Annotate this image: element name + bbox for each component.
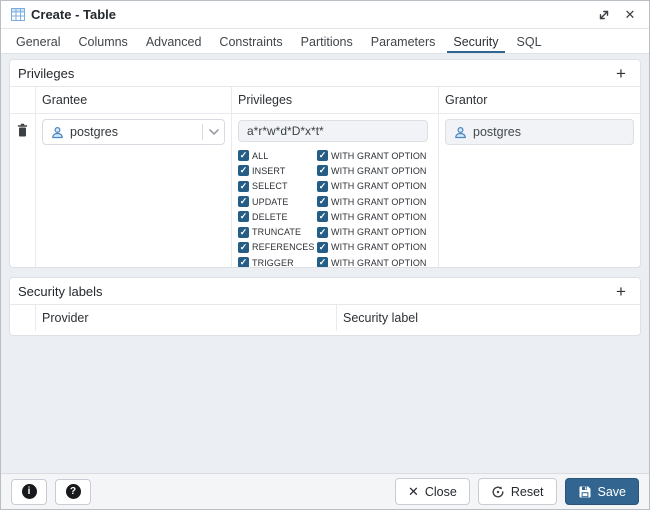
title-bar: Create - Table ✕	[1, 1, 649, 29]
grant-option-label: WITH GRANT OPTION	[331, 258, 427, 268]
chevron-down-icon	[208, 128, 220, 136]
tab-constraints[interactable]: Constraints	[213, 29, 288, 53]
expand-icon[interactable]	[595, 6, 613, 24]
grant-option-checkbox[interactable]: ✓	[317, 165, 328, 176]
close-button[interactable]: ✕ Close	[395, 478, 470, 505]
grant-option-checkbox[interactable]: ✓	[317, 257, 328, 268]
privilege-checkbox-list: ✓ ALL ✓ WITH GRANT OPTION	[238, 148, 432, 268]
tab-general[interactable]: General	[10, 29, 66, 53]
privileges-header: Privileges +	[10, 60, 640, 87]
grant-option-label: WITH GRANT OPTION	[331, 166, 427, 176]
privilege-label: REFERENCES	[252, 242, 315, 252]
privilege-checkbox[interactable]: ✓	[238, 150, 249, 161]
privilege-label: UPDATE	[252, 197, 288, 207]
privilege-checkbox[interactable]: ✓	[238, 227, 249, 238]
security-labels-title: Security labels	[18, 284, 103, 299]
grantee-select[interactable]: postgres	[42, 119, 225, 145]
privilege-check-row: ✓ UPDATE ✓ WITH GRANT OPTION	[238, 194, 432, 209]
dialog-title: Create - Table	[31, 7, 116, 22]
grant-option-label: WITH GRANT OPTION	[331, 151, 427, 161]
close-icon[interactable]: ✕	[621, 6, 639, 24]
help-icon: ?	[66, 484, 81, 499]
dialog-footer: i ? ✕ Close Reset	[1, 473, 649, 509]
privileges-string-input[interactable]	[238, 120, 428, 142]
grant-option-checkbox[interactable]: ✓	[317, 196, 328, 207]
security-labels-grid-header: Provider Security label	[10, 305, 640, 331]
privilege-label: SELECT	[252, 181, 288, 191]
table-icon	[11, 8, 25, 21]
grant-option-label: WITH GRANT OPTION	[331, 227, 427, 237]
privilege-check-row: ✓ TRUNCATE ✓ WITH GRANT OPTION	[238, 224, 432, 239]
grant-option-checkbox[interactable]: ✓	[317, 242, 328, 253]
privilege-label: INSERT	[252, 166, 285, 176]
security-tab-content: Privileges + Grantee Privileges Grantor	[1, 54, 649, 473]
privilege-label: TRIGGER	[252, 258, 294, 268]
privilege-check-row: ✓ SELECT ✓ WITH GRANT OPTION	[238, 179, 432, 194]
grantor-column-header: Grantor	[439, 87, 640, 113]
info-icon: i	[22, 484, 37, 499]
privilege-checkbox[interactable]: ✓	[238, 181, 249, 192]
privilege-check-row: ✓ REFERENCES ✓ WITH GRANT OPTION	[238, 240, 432, 255]
reset-button[interactable]: Reset	[478, 478, 557, 505]
grantee-column-header: Grantee	[36, 87, 232, 113]
tab-advanced[interactable]: Advanced	[140, 29, 208, 53]
grantee-value: postgres	[70, 125, 197, 139]
create-table-dialog: Create - Table ✕ General Columns Advance…	[0, 0, 650, 510]
tab-parameters[interactable]: Parameters	[365, 29, 442, 53]
add-security-label-button[interactable]: +	[610, 280, 632, 302]
privilege-label: DELETE	[252, 212, 288, 222]
grant-option-checkbox[interactable]: ✓	[317, 181, 328, 192]
privilege-check-row: ✓ INSERT ✓ WITH GRANT OPTION	[238, 163, 432, 178]
privilege-checkbox[interactable]: ✓	[238, 196, 249, 207]
grant-option-checkbox[interactable]: ✓	[317, 211, 328, 222]
privilege-checkbox[interactable]: ✓	[238, 242, 249, 253]
grantor-field: postgres	[445, 119, 634, 145]
privilege-checkbox[interactable]: ✓	[238, 211, 249, 222]
privilege-row: postgres	[10, 114, 640, 267]
tab-partitions[interactable]: Partitions	[295, 29, 359, 53]
grant-option-checkbox[interactable]: ✓	[317, 150, 328, 161]
add-privilege-button[interactable]: +	[610, 62, 632, 84]
tab-columns[interactable]: Columns	[72, 29, 133, 53]
grant-option-label: WITH GRANT OPTION	[331, 212, 427, 222]
tab-bar: General Columns Advanced Constraints Par…	[1, 29, 649, 54]
security-labels-panel: Security labels + Provider Security labe…	[9, 277, 641, 336]
delete-row-icon[interactable]	[16, 123, 29, 263]
tab-sql[interactable]: SQL	[511, 29, 548, 53]
privileges-grid-header: Grantee Privileges Grantor	[10, 87, 640, 114]
privileges-panel: Privileges + Grantee Privileges Grantor	[9, 59, 641, 268]
grant-option-label: WITH GRANT OPTION	[331, 197, 427, 207]
sql-help-button[interactable]: i	[11, 479, 47, 505]
role-icon	[51, 126, 64, 139]
close-button-icon: ✕	[408, 485, 419, 498]
save-button[interactable]: Save	[565, 478, 640, 505]
save-icon	[578, 485, 592, 499]
grant-option-label: WITH GRANT OPTION	[331, 242, 427, 252]
grant-option-checkbox[interactable]: ✓	[317, 227, 328, 238]
privilege-label: TRUNCATE	[252, 227, 301, 237]
privilege-checkbox[interactable]: ✓	[238, 165, 249, 176]
privilege-check-row: ✓ DELETE ✓ WITH GRANT OPTION	[238, 209, 432, 224]
reset-icon	[491, 485, 505, 499]
dialog-help-button[interactable]: ?	[55, 479, 91, 505]
privileges-column-header: Privileges	[232, 87, 439, 113]
role-icon	[454, 126, 467, 139]
privilege-label: ALL	[252, 151, 268, 161]
privilege-check-row: ✓ ALL ✓ WITH GRANT OPTION	[238, 148, 432, 163]
tab-security[interactable]: Security	[447, 29, 504, 53]
security-label-column-header: Security label	[337, 305, 640, 331]
grant-option-label: WITH GRANT OPTION	[331, 181, 427, 191]
privilege-checkbox[interactable]: ✓	[238, 257, 249, 268]
provider-column-header: Provider	[36, 305, 337, 331]
grantor-value: postgres	[473, 125, 521, 139]
security-labels-header: Security labels +	[10, 278, 640, 305]
privileges-title: Privileges	[18, 66, 74, 81]
privilege-check-row: ✓ TRIGGER ✓ WITH GRANT OPTION	[238, 255, 432, 268]
